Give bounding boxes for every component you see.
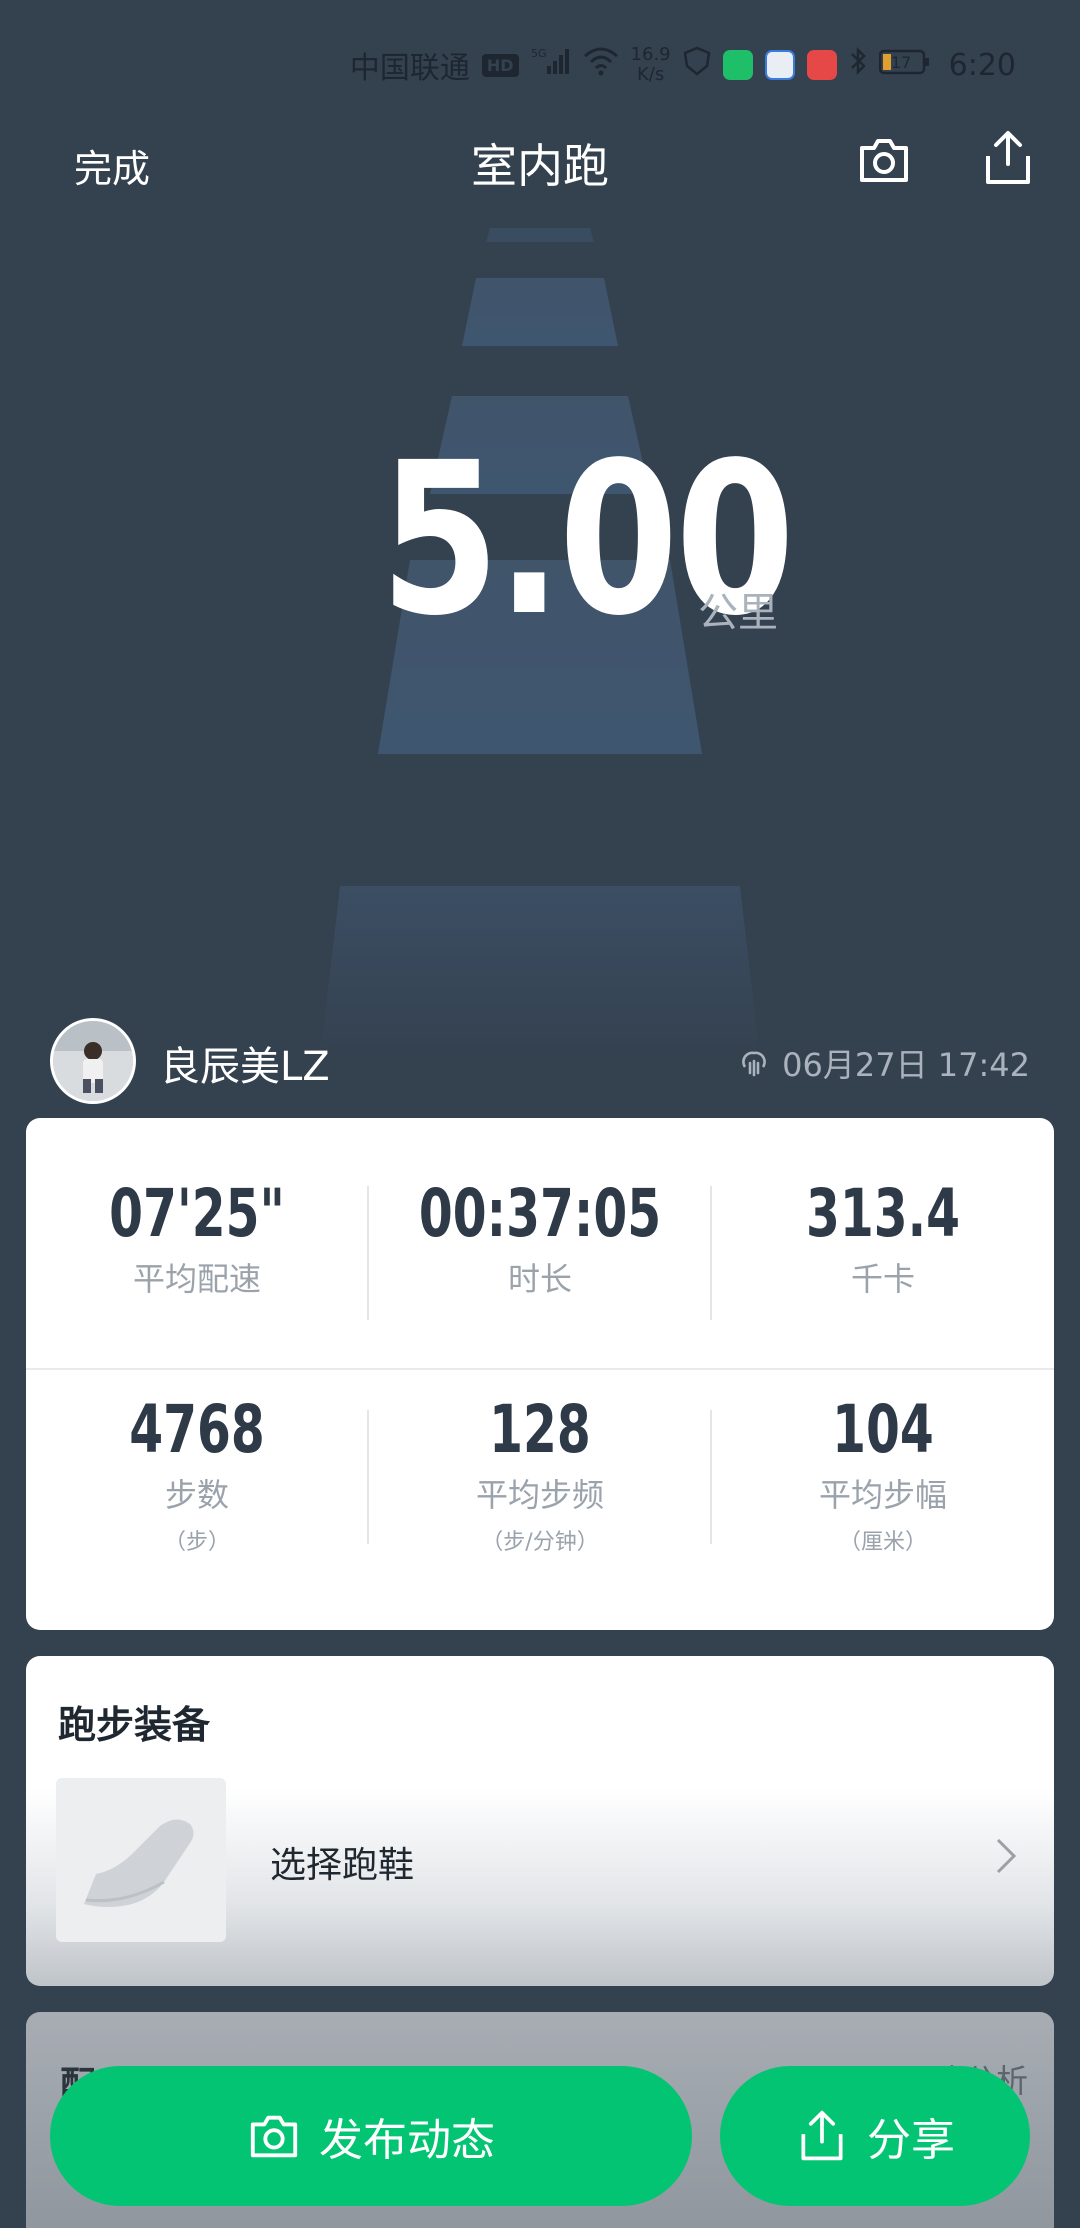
divider	[710, 1410, 712, 1544]
stat-unit: （厘米）	[838, 1530, 927, 1555]
share-button-top[interactable]	[980, 128, 1036, 184]
share-icon	[986, 131, 1030, 184]
hd-badge: HD	[481, 53, 519, 77]
svg-text:5G: 5G	[531, 47, 547, 60]
camera-icon	[250, 2115, 298, 2158]
top-nav: 完成 室内跑	[0, 120, 1080, 200]
chevron-right-icon	[996, 1838, 1017, 1874]
publish-post-label: 发布动态	[319, 2115, 495, 2166]
battery-icon: 17	[878, 48, 931, 83]
clock: 6:20	[948, 47, 1016, 83]
divider	[710, 1186, 712, 1320]
stat-value: 104	[832, 1391, 934, 1468]
stat-label: 时长	[507, 1260, 572, 1298]
stat-stride: 104 平均步幅 （厘米）	[712, 1394, 1054, 1556]
stat-calories: 313.4 千卡	[712, 1178, 1054, 1300]
run-datetime: 06月27日 17:42	[782, 1046, 1030, 1084]
stat-label: 平均配速	[132, 1260, 261, 1298]
publish-post-button[interactable]: 发布动态	[50, 2066, 692, 2206]
stat-value: 128	[489, 1391, 591, 1468]
stat-duration: 00:37:05 时长	[369, 1178, 711, 1300]
divider	[367, 1186, 369, 1320]
net-speed-unit: K/s	[636, 64, 665, 85]
stat-cadence: 128 平均步频 （步/分钟）	[369, 1394, 711, 1556]
green-app-icon	[722, 50, 753, 80]
shield-app-icon	[683, 46, 711, 84]
stat-value: 313.4	[805, 1175, 961, 1252]
divider	[26, 1368, 1054, 1370]
red-app-icon	[806, 50, 837, 80]
stat-steps: 4768 步数 （步）	[26, 1394, 368, 1556]
share-label: 分享	[867, 2115, 955, 2166]
status-bar: 中国联通 HD 5G 16.9 K/s 17 6:20	[350, 40, 1016, 90]
stat-unit: （步）	[163, 1530, 230, 1555]
bluetooth-icon	[849, 46, 867, 84]
distance-unit: 公里	[698, 590, 778, 636]
shoe-placeholder[interactable]	[56, 1778, 226, 1942]
share-button[interactable]: 分享	[720, 2066, 1030, 2206]
shoe-icon	[84, 1819, 194, 1907]
cloud-app-icon	[764, 50, 795, 80]
battery-level: 17	[890, 53, 910, 72]
signal-icon: 5G	[531, 46, 571, 84]
carrier-name: 中国联通	[349, 51, 470, 86]
screen: 中国联通 HD 5G 16.9 K/s 17 6:20 完成 室内跑 5.00 …	[0, 0, 1080, 2228]
avatar-image	[53, 1021, 133, 1101]
username: 良辰美LZ	[160, 1044, 330, 1090]
run-datetime-row: 06月27日 17:42	[738, 1040, 1030, 1086]
stat-value: 4768	[129, 1391, 265, 1468]
gear-title: 跑步装备	[58, 1703, 211, 1747]
share-icon	[801, 2110, 843, 2161]
stat-label: 千卡	[850, 1260, 915, 1298]
stat-label: 平均步频	[475, 1476, 604, 1514]
net-speed-value: 16.9	[630, 44, 671, 65]
page-title: 室内跑	[471, 139, 609, 193]
camera-icon	[860, 139, 908, 182]
avatar[interactable]	[50, 1018, 136, 1104]
stats-card: 07'25" 平均配速 00:37:05 时长 313.4 千卡 4768 步数…	[26, 1118, 1054, 1630]
device-sync-icon	[742, 1051, 767, 1077]
wifi-icon	[583, 46, 619, 84]
net-speed: 16.9 K/s	[631, 45, 671, 85]
camera-button[interactable]	[856, 132, 912, 188]
running-gear-card: 跑步装备 选择跑鞋	[26, 1656, 1054, 1986]
stat-label: 步数	[164, 1476, 229, 1514]
stat-value: 07'25"	[109, 1175, 285, 1252]
stat-avg-pace: 07'25" 平均配速	[26, 1178, 368, 1300]
select-shoes-button[interactable]: 选择跑鞋	[270, 1836, 414, 1888]
stat-label: 平均步幅	[818, 1476, 947, 1514]
stat-value: 00:37:05	[418, 1175, 662, 1252]
user-row: 良辰美LZ 06月27日 17:42	[50, 1018, 1030, 1104]
stat-unit: （步/分钟）	[481, 1530, 599, 1555]
divider	[367, 1410, 369, 1544]
